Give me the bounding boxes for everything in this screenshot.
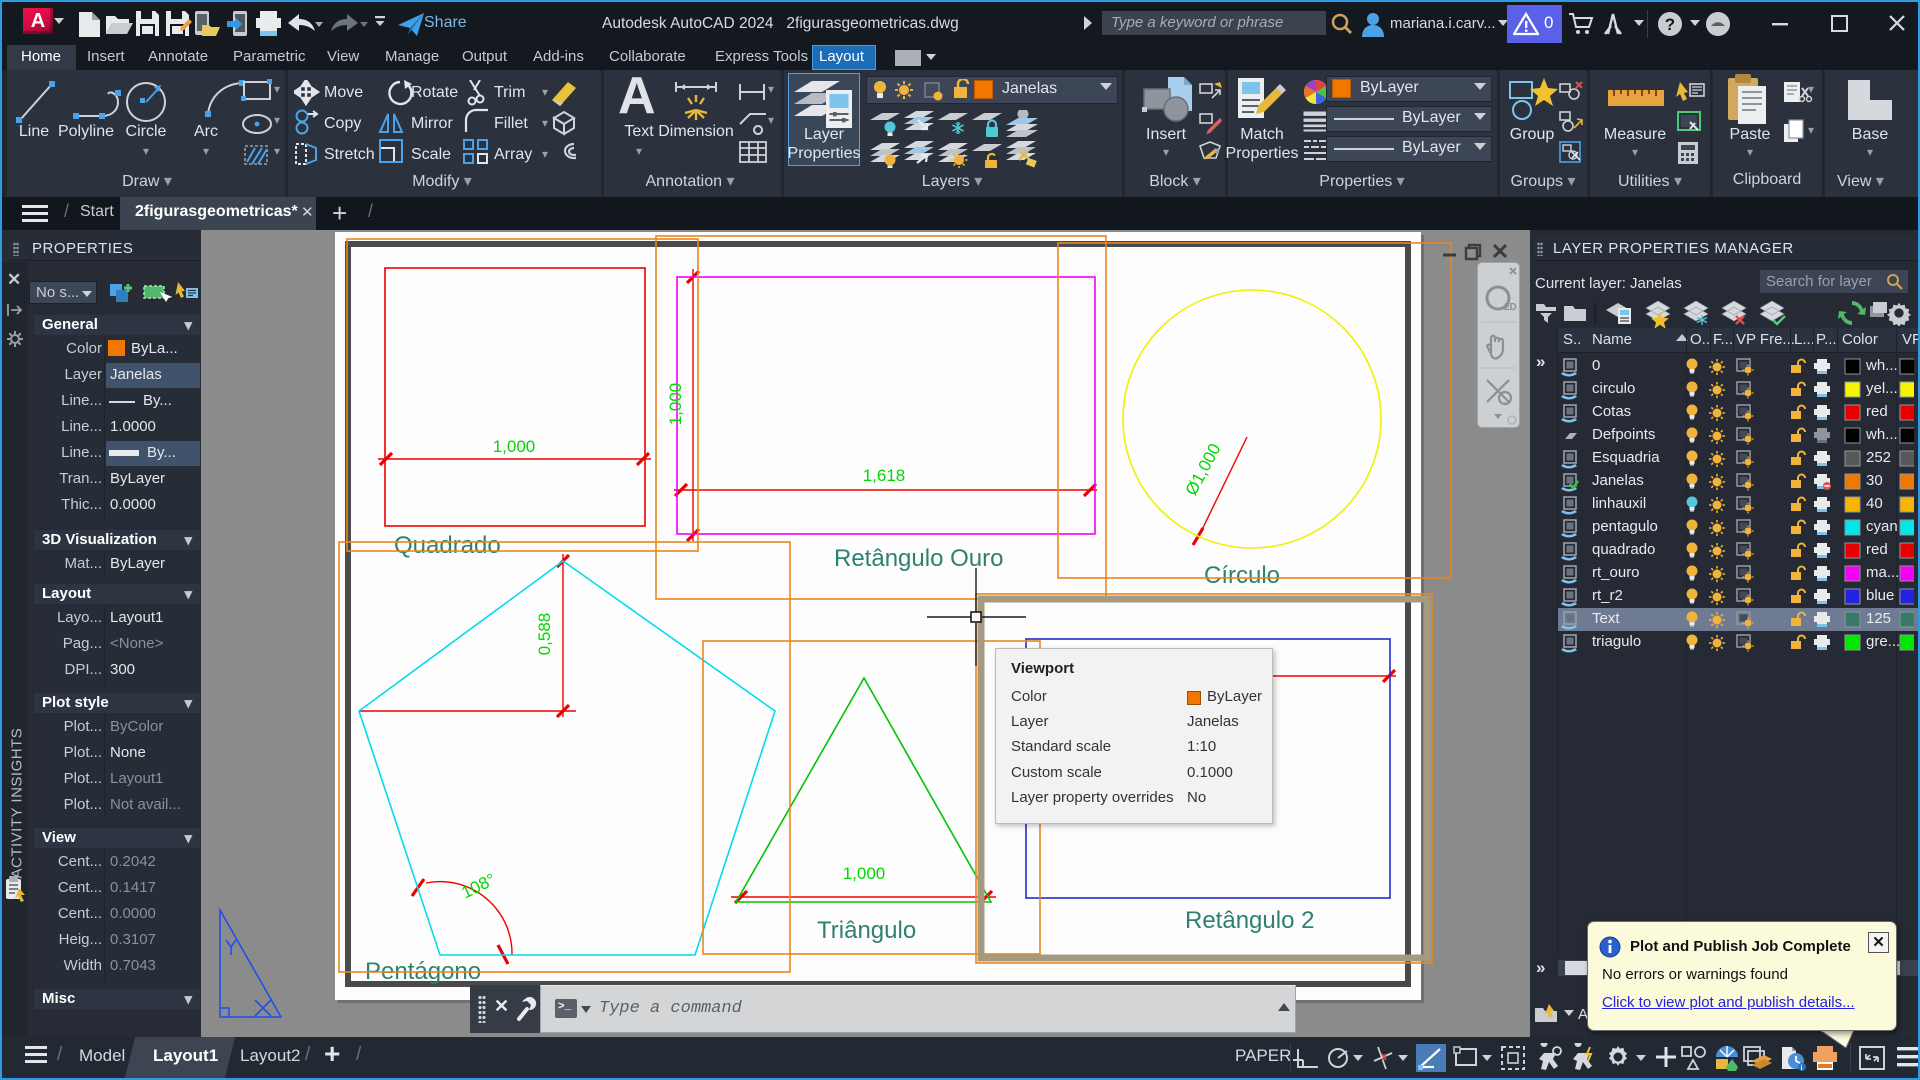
svg-text:Círculo: Círculo (1204, 562, 1280, 589)
svg-text:Retângulo 2: Retângulo 2 (1185, 907, 1314, 934)
svg-text:1,618: 1,618 (863, 466, 906, 485)
svg-text:1,000: 1,000 (493, 437, 536, 456)
svg-text:i: i (1801, 1065, 1803, 1072)
svg-text:Quadrado: Quadrado (394, 532, 501, 559)
svg-text:2D: 2D (1504, 302, 1517, 313)
svg-text:Ø1,000: Ø1,000 (1182, 440, 1225, 498)
svg-text:108°: 108° (459, 870, 499, 902)
svg-text:Retângulo Ouro: Retângulo Ouro (834, 545, 1003, 572)
svg-text:0,588: 0,588 (535, 613, 554, 656)
svg-text:Triângulo: Triângulo (817, 917, 916, 944)
svg-text:1,000: 1,000 (666, 383, 685, 426)
svg-text:?: ? (1665, 15, 1675, 34)
svg-text:1,000: 1,000 (843, 864, 886, 883)
